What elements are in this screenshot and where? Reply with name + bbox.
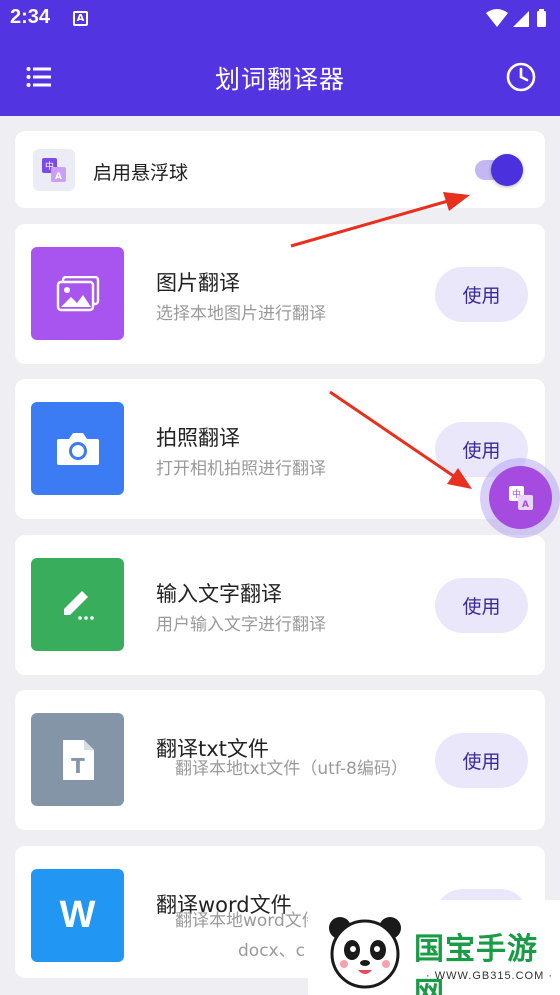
feature-card-camera: 拍照翻译 打开相机拍照进行翻译 使用 [15, 379, 545, 519]
status-bar: 2:34 A [0, 0, 560, 38]
use-button-txt-file[interactable]: 使用 [435, 733, 528, 788]
feature-title: 图片翻译 [156, 271, 240, 295]
panda-logo-icon [329, 917, 401, 989]
menu-icon[interactable] [26, 66, 52, 88]
feature-title: 拍照翻译 [156, 426, 240, 450]
floating-ball-label: 启用悬浮球 [93, 162, 189, 184]
image-icon [31, 247, 124, 340]
floating-translate-ball[interactable]: 中 A [489, 466, 552, 529]
feature-title: 输入文字翻译 [156, 582, 282, 606]
feature-desc: 翻译本地txt文件（utf-8编码） [175, 759, 408, 779]
svg-text:A: A [522, 500, 529, 510]
feature-card-image: 图片翻译 选择本地图片进行翻译 使用 [15, 224, 545, 364]
feature-desc: 用户输入文字进行翻译 [156, 615, 326, 635]
notification-icon: A [73, 11, 88, 26]
word-icon-letter: W [59, 894, 96, 936]
svg-text:T: T [71, 754, 85, 778]
translate-icon: 中 A [508, 485, 533, 510]
use-button-text[interactable]: 使用 [435, 578, 528, 633]
watermark-url: · WWW.GB315.COM · [426, 970, 553, 982]
watermark: 国宝手游网 · WWW.GB315.COM · [308, 900, 560, 995]
switch-knob [491, 154, 523, 186]
camera-icon [31, 402, 124, 495]
feature-card-txt-file: T 翻译txt文件 翻译本地txt文件（utf-8编码） 使用 [15, 690, 545, 830]
feature-card-text: 输入文字翻译 用户输入文字进行翻译 使用 [15, 535, 545, 675]
word-icon: W [31, 869, 124, 962]
svg-text:A: A [55, 172, 62, 182]
use-button-image[interactable]: 使用 [435, 267, 528, 322]
clock-icon[interactable] [505, 61, 537, 93]
floating-ball-switch[interactable] [473, 153, 525, 187]
pencil-icon [31, 558, 124, 651]
watermark-text: 国宝手游网 [414, 932, 538, 995]
translate-icon: 中 A [33, 149, 75, 191]
svg-text:中: 中 [45, 160, 54, 172]
status-time: 2:34 [10, 6, 51, 28]
floating-ball-card: 中 A 启用悬浮球 [15, 131, 545, 208]
feature-desc: 选择本地图片进行翻译 [156, 304, 326, 324]
text-file-icon: T [31, 713, 124, 806]
wifi-signal-battery-icon [486, 9, 546, 27]
status-icons [486, 9, 548, 33]
app-title: 划词翻译器 [214, 65, 345, 94]
svg-text:中: 中 [511, 488, 520, 500]
app-bar: 划词翻译器 [0, 38, 560, 116]
feature-desc: 打开相机拍照进行翻译 [156, 459, 326, 479]
